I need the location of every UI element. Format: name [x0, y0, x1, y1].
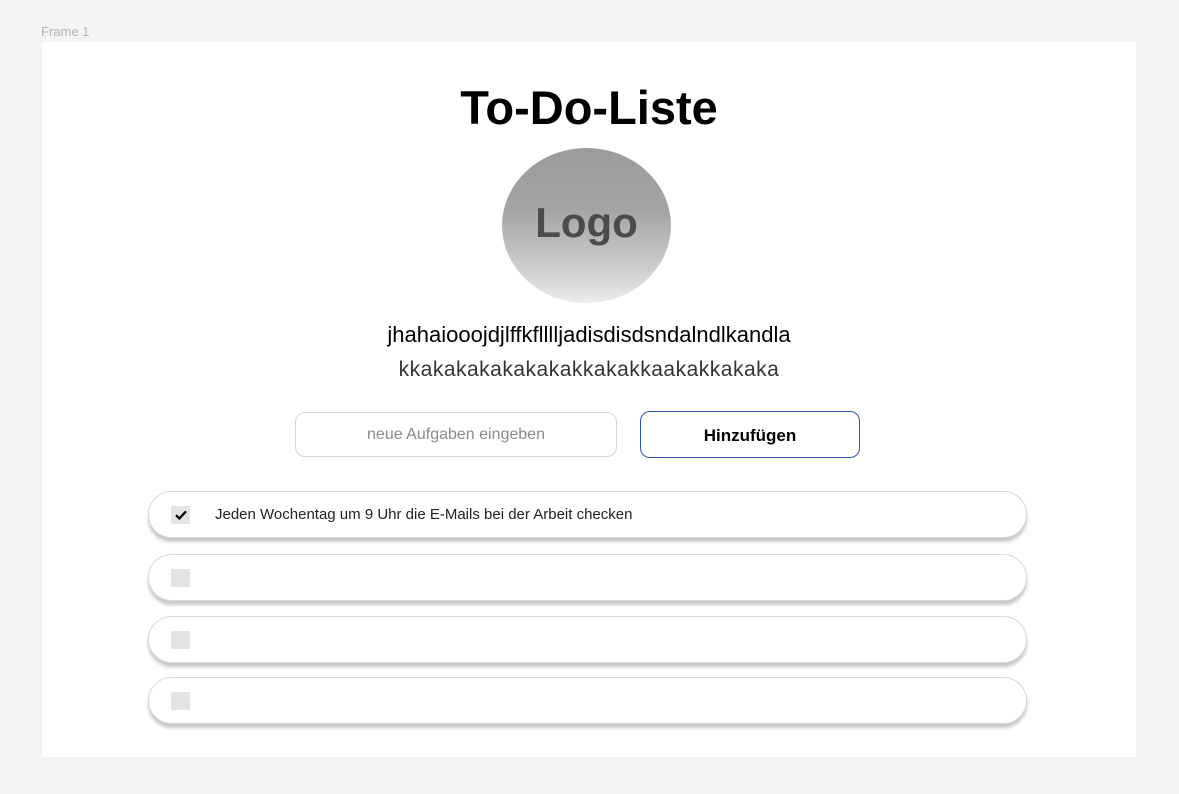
add-task-button[interactable]: Hinzufügen	[640, 411, 860, 458]
checkmark-icon	[174, 510, 187, 520]
logo: Logo	[502, 148, 671, 303]
page-title: To-Do-Liste	[460, 81, 718, 134]
new-task-input[interactable]	[295, 412, 617, 457]
todo-item[interactable]	[148, 677, 1027, 724]
description-line-1: jhahaiooojdjlffkflllljadisdisdsndalndlka…	[387, 322, 791, 347]
todo-checkbox[interactable]	[171, 691, 190, 710]
todo-item[interactable]	[148, 554, 1027, 601]
todo-checkbox[interactable]	[171, 630, 190, 649]
todo-checkbox[interactable]	[171, 505, 190, 524]
description-line-2: kkakakakakakakakkakakkaakakkakaka	[398, 358, 780, 381]
todo-item[interactable]	[148, 616, 1027, 663]
todo-checkbox[interactable]	[171, 568, 190, 587]
todo-item[interactable]: Jeden Wochentag um 9 Uhr die E-Mails bei…	[148, 491, 1027, 538]
todo-frame: To-Do-Liste Logo jhahaiooojdjlffkfllllja…	[42, 42, 1136, 757]
logo-label: Logo	[535, 198, 638, 246]
frame-label: Frame 1	[41, 24, 90, 39]
todo-text: Jeden Wochentag um 9 Uhr die E-Mails bei…	[215, 506, 633, 523]
